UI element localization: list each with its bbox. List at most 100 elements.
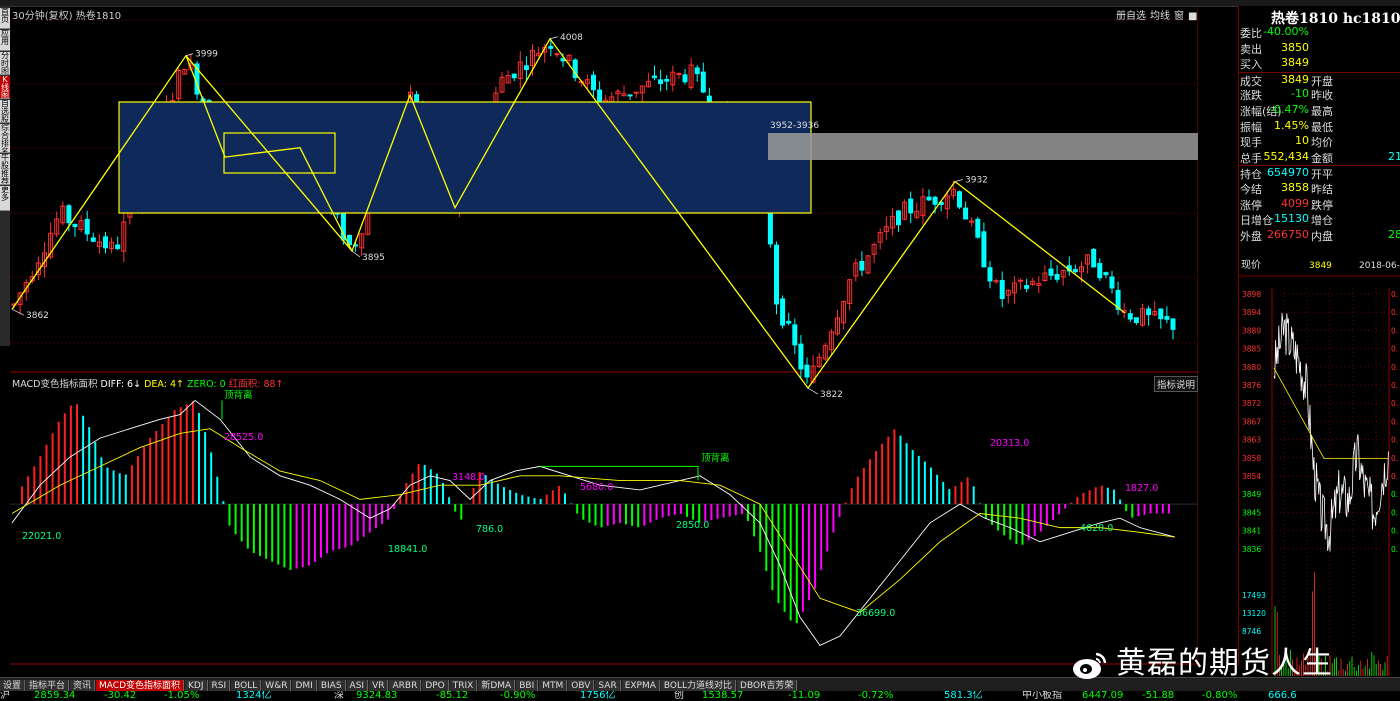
quote-value: 10 xyxy=(1295,134,1309,148)
quote-label: 买入 xyxy=(1240,58,1262,72)
quote-value: 4099 xyxy=(1281,196,1309,210)
quote-value: 552,434 xyxy=(1263,149,1310,163)
candle-body xyxy=(115,244,121,250)
quote-row: 今结 3858 昨结 xyxy=(1239,181,1400,197)
quote-panel: 热卷1810 hc1810 委比 -40.00% 卖出 3850 买入 3849 成交 384… xyxy=(1238,6,1400,676)
mini-price-tick: 3863 xyxy=(1242,436,1261,445)
zigzag-overlay: 3999 3895 4008 3862 3952-3936 3932 3822 xyxy=(11,33,1198,400)
mini-price-tick: 3885 xyxy=(1242,345,1261,354)
left-nav-3[interactable]: K线图 xyxy=(0,76,10,99)
quote-label: 持仓 xyxy=(1240,168,1262,182)
toolbar-item-1[interactable]: 均线 xyxy=(1150,11,1170,22)
price-annotation: 3895 xyxy=(362,253,385,263)
price-annotation: 3862 xyxy=(26,311,49,321)
left-nav-6[interactable]: 牛股推荐 xyxy=(0,154,10,185)
status-item: 581.3亿 xyxy=(944,691,983,701)
intraday-mini-chart: 现价 3849 2018-06- 3898 0. 3894 0. 3889 0. 3885 0. 38… xyxy=(1239,259,1400,676)
left-navigation: 首页 应用 分时图 K线图 自选股 综合排名 牛股推荐 更多 xyxy=(0,6,10,346)
candle-body xyxy=(700,71,706,93)
candle-body xyxy=(963,207,969,220)
toolbar-item-3[interactable]: ■ xyxy=(1188,11,1197,22)
toolbar-item-0[interactable]: 册自选 xyxy=(1116,11,1146,22)
left-nav-4[interactable]: 自选股 xyxy=(0,100,10,123)
mini-pct-tick: 0. xyxy=(1391,490,1398,499)
candle-body xyxy=(999,279,1005,300)
candle-body xyxy=(780,298,786,326)
status-item: 1324亿 xyxy=(236,691,272,701)
period-label: 30分钟(复权) xyxy=(12,11,73,22)
annotation-pointer xyxy=(185,53,194,57)
quote-label-2: 内盘 xyxy=(1311,229,1333,243)
mini-price-tick: 3841 xyxy=(1242,527,1261,536)
left-nav-2[interactable]: 分时图 xyxy=(0,52,10,75)
annotation-pointer xyxy=(11,308,25,316)
macd-area-label: 5680.0 xyxy=(580,482,613,493)
price-annotation: 4008 xyxy=(560,33,583,43)
indicator-help-button[interactable]: 指标说明 xyxy=(1154,376,1199,392)
quote-value: 1.45% xyxy=(1274,118,1309,132)
candle-body xyxy=(103,236,108,249)
status-item: -1.05% xyxy=(164,691,200,701)
left-nav-0[interactable]: 首页 xyxy=(0,8,10,29)
macd-dea: DEA: 4↑ xyxy=(144,379,184,390)
candle-body xyxy=(511,73,517,79)
mini-price-tick: 3889 xyxy=(1242,326,1261,335)
quote-label: 外盘 xyxy=(1240,229,1262,243)
macd-diff: DIFF: 6↓ xyxy=(100,379,142,390)
chart-canvas: 3999 3895 4008 3862 3952-3936 3932 3822 顶背离 285… xyxy=(10,6,1198,666)
macd-red-area: 红面积: 88↑ xyxy=(228,379,284,390)
candle-body xyxy=(664,78,670,82)
watermark: 黄磊的期货人生 xyxy=(1072,638,1333,682)
candle-body xyxy=(859,261,865,271)
quote-value: 3849 xyxy=(1281,56,1309,70)
candle-body xyxy=(1091,248,1097,268)
mini-price-tick: 3854 xyxy=(1242,472,1261,481)
left-nav-7[interactable]: 更多 xyxy=(0,186,10,211)
status-item: 2859.34 xyxy=(34,691,76,701)
status-item: 9324.83 xyxy=(356,691,398,701)
mini-pct-tick: 0. xyxy=(1391,345,1398,354)
mini-price-tick: 3867 xyxy=(1242,417,1261,426)
quote-label: 委比 xyxy=(1240,27,1262,40)
status-item: -51.88 xyxy=(1142,691,1175,701)
mini-price-tick: 3894 xyxy=(1242,308,1261,317)
candle-body xyxy=(591,74,596,91)
mini-price-tick: 3849 xyxy=(1242,490,1261,499)
mini-pct-tick: 0. xyxy=(1391,545,1398,554)
status-item: -0.72% xyxy=(858,691,894,701)
quote-label-2: 增仓 xyxy=(1311,214,1333,228)
macd-area-label: 22021.0 xyxy=(22,531,61,542)
status-item: -0.80% xyxy=(1202,691,1238,701)
candle-body xyxy=(1133,317,1139,324)
quote-label-2: 最高 xyxy=(1311,105,1333,118)
mini-volume-tick: 13120 xyxy=(1242,609,1266,618)
annotation-pointer xyxy=(351,250,361,258)
quote-date: 2018-06- xyxy=(1359,261,1400,271)
mini-pct-tick: 0. xyxy=(1391,454,1398,463)
candle-body xyxy=(1109,276,1115,289)
quote-value: 654970 xyxy=(1267,166,1309,180)
status-item: 中小板指 xyxy=(1022,691,1062,701)
left-nav-5[interactable]: 综合排名 xyxy=(0,124,10,153)
left-nav-1[interactable]: 应用 xyxy=(0,30,10,51)
candle-body xyxy=(975,218,981,238)
quote-label: 成交 xyxy=(1240,74,1262,88)
quote-row: 日增仓 -15130 增仓 xyxy=(1239,212,1400,228)
macd-area-label: 20313.0 xyxy=(990,438,1029,449)
status-item: -85.12 xyxy=(436,691,469,701)
quote-value: 3850 xyxy=(1281,40,1309,54)
quote-row: 涨停 4099 跌停 xyxy=(1239,197,1400,213)
candle-body xyxy=(1127,313,1133,320)
macd-area-label: 28525.0 xyxy=(224,432,263,443)
chart-header: 30分钟(复权) 热卷1810 xyxy=(12,7,121,22)
now-price-value: 3849 xyxy=(1309,261,1332,271)
candle-body xyxy=(72,223,78,227)
chart-toolbar: 册自选 均线窗 ■ xyxy=(1116,7,1201,22)
mini-pct-tick: 0. xyxy=(1391,472,1398,481)
candle-body xyxy=(932,196,938,205)
candle-body xyxy=(1170,318,1176,330)
candle-body xyxy=(633,91,639,94)
status-item: 创 xyxy=(674,691,684,701)
toolbar-item-2[interactable]: 窗 xyxy=(1174,11,1184,22)
candle-body xyxy=(786,320,792,324)
